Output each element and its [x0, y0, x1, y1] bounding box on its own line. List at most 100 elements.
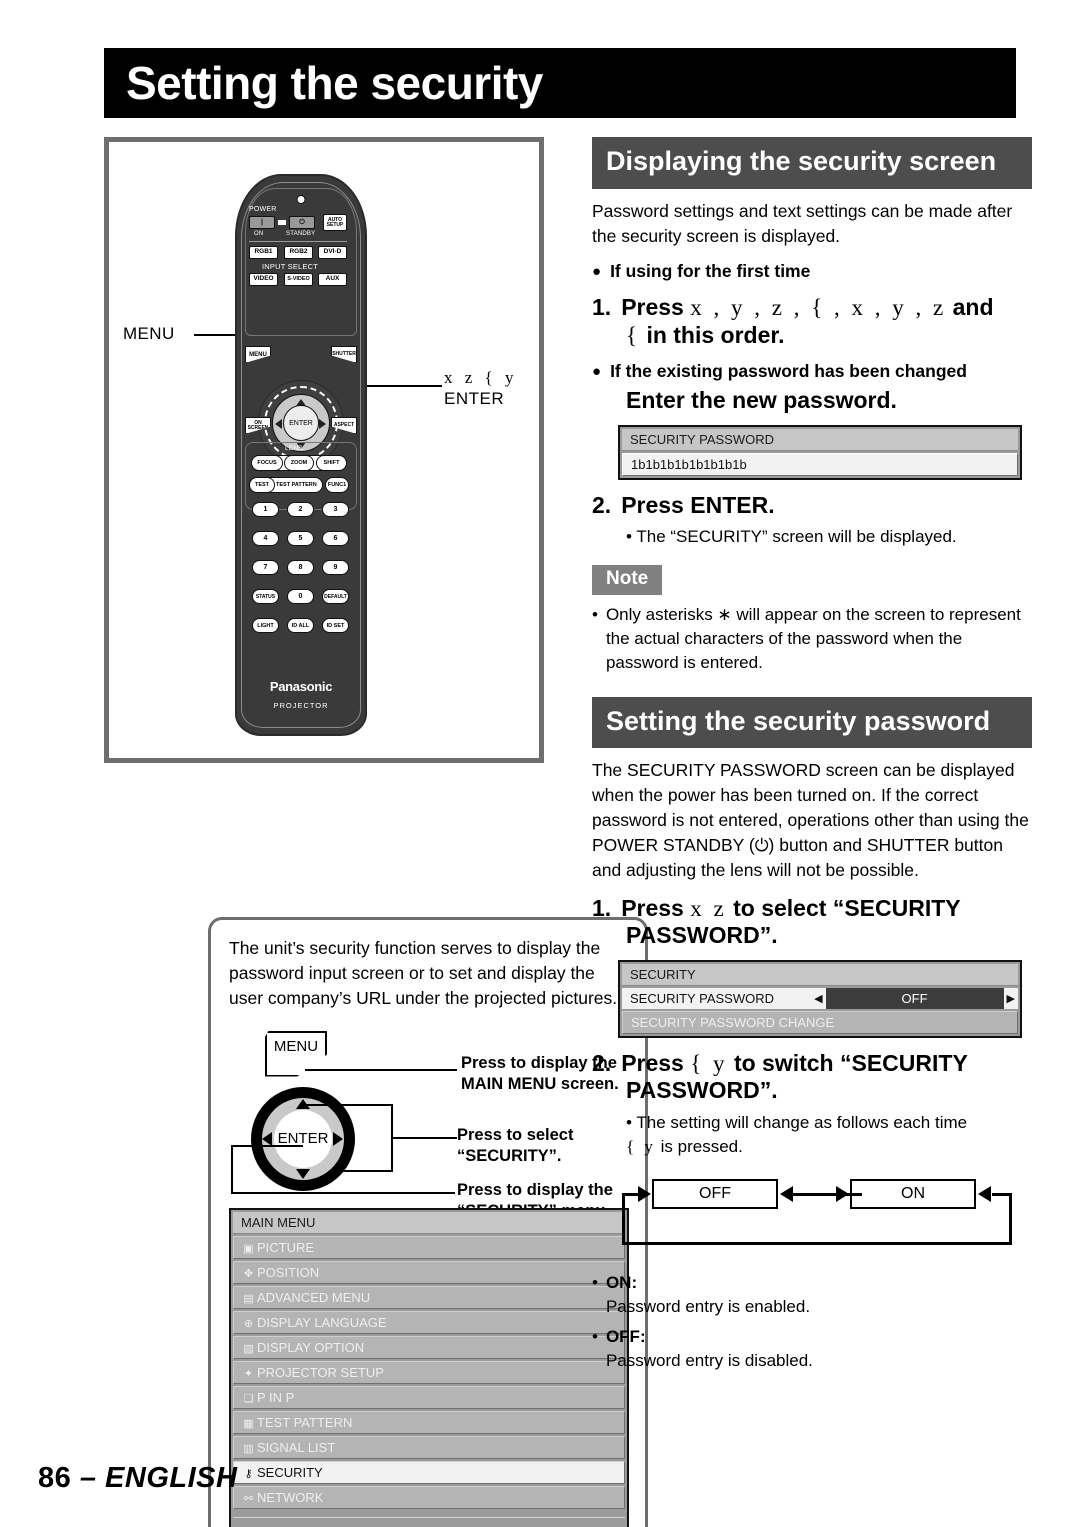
- id-all-button[interactable]: ID ALL: [287, 618, 314, 633]
- num-7-button[interactable]: 7: [252, 560, 279, 575]
- cycle-line-bottom: [622, 1241, 1012, 1245]
- setting-step-2-line2: PASSWORD”.: [626, 1077, 778, 1104]
- menu-item-advanced-menu[interactable]: ▤ ADVANCED MENU: [233, 1286, 625, 1309]
- footer-dash: –: [79, 1462, 97, 1494]
- power-standby-button[interactable]: ⏻: [289, 216, 315, 229]
- enter-button[interactable]: ENTER: [283, 405, 319, 441]
- dpad-left-arrow-icon[interactable]: [275, 419, 282, 429]
- menu-item-test-pattern-label: TEST PATTERN: [257, 1415, 353, 1430]
- video-button[interactable]: VIDEO: [249, 273, 278, 286]
- setting-step-2-text: Press { y to switch “SECURITY: [621, 1050, 968, 1078]
- wheel-left-arrow-icon[interactable]: [262, 1131, 272, 1146]
- callout-keys-leader-line: [362, 385, 442, 387]
- security-password-row[interactable]: SECURITY PASSWORD ◀ OFF ▶: [622, 987, 1018, 1009]
- note-text: Only asterisks ∗ will appear on the scre…: [605, 605, 1021, 672]
- menu-item-picture[interactable]: ▣ PICTURE: [233, 1236, 625, 1259]
- rgb2-button[interactable]: RGB2: [284, 246, 313, 259]
- main-menu-list: ▣ PICTURE ✥ POSITION ▤ ADVANCED MENU ⊕ DISPL…: [233, 1236, 625, 1509]
- enter-new-password-text: Enter the new password.: [626, 387, 897, 414]
- test-pattern-icon: ▦: [243, 1418, 254, 1430]
- menu-item-display-language[interactable]: ⊕ DISPLAY LANGUAGE: [233, 1311, 625, 1334]
- bullet-dot-icon: ●: [592, 262, 602, 280]
- select-leader-bottom: [329, 1169, 391, 1172]
- num-6-button[interactable]: 6: [322, 531, 349, 546]
- security-password-row-label: SECURITY PASSWORD: [622, 987, 812, 1009]
- cycle-arrow-to-off-icon: [780, 1185, 793, 1202]
- dvi-d-button[interactable]: DVI-D: [318, 246, 347, 259]
- num-9-button[interactable]: 9: [322, 560, 349, 575]
- page-footer: 86 – ENGLISH: [38, 1462, 237, 1495]
- setting-step-2-rest: to switch “SECURITY: [733, 1049, 968, 1076]
- s-video-button[interactable]: S-VIDEO: [284, 273, 313, 286]
- cycle-state-on: ON: [850, 1178, 976, 1209]
- step-2-number: 2.: [592, 491, 612, 518]
- cycle-line-middle: [792, 1192, 862, 1196]
- security-osd-wrap: SECURITY SECURITY PASSWORD ◀ OFF ▶ SECUR…: [618, 959, 1022, 1038]
- setting-step-2: 2. Press { y to switch “SECURITY: [592, 1050, 1032, 1078]
- num-1-button[interactable]: 1: [252, 502, 279, 517]
- setting-step-1-text: Press x z to select “SECURITY: [621, 895, 960, 923]
- menu-item-signal-list[interactable]: ▥ SIGNAL LIST: [233, 1436, 625, 1459]
- shift-button[interactable]: SHIFT: [316, 455, 347, 471]
- status-button[interactable]: STATUS: [252, 589, 279, 604]
- menu-item-network[interactable]: ⚯ NETWORK: [233, 1486, 625, 1509]
- num-0-button[interactable]: 0: [287, 589, 314, 604]
- menu-item-p-in-p[interactable]: ❏ P IN P: [233, 1386, 625, 1409]
- light-button[interactable]: LIGHT: [252, 618, 279, 633]
- wheel-right-arrow-icon[interactable]: [333, 1131, 343, 1146]
- focus-button[interactable]: FOCUS: [251, 455, 283, 471]
- step-2-note-text: The “SECURITY” screen will be displayed.: [636, 527, 957, 547]
- menu-item-position[interactable]: ✥ POSITION: [233, 1261, 625, 1284]
- power-divider: [278, 220, 286, 225]
- left-arrow-icon[interactable]: ◀: [811, 987, 826, 1009]
- menu-item-display-option[interactable]: ▧ DISPLAY OPTION: [233, 1336, 625, 1359]
- security-password-osd-wrap: SECURITY PASSWORD 1b1b1b1b1b1b1b1b: [618, 424, 1022, 480]
- menu-item-advanced-menu-label: ADVANCED MENU: [257, 1290, 371, 1305]
- menu-item-projector-setup[interactable]: ✦ PROJECTOR SETUP: [233, 1361, 625, 1384]
- cycle-arrow-into-off-icon: [638, 1185, 651, 1202]
- setting-step-2-note-line1: The setting will change as follows each …: [636, 1113, 968, 1133]
- func1-button[interactable]: FUNC1: [325, 477, 349, 493]
- security-osd: SECURITY SECURITY PASSWORD ◀ OFF ▶ SECUR…: [618, 959, 1022, 1038]
- num-3-button[interactable]: 3: [322, 502, 349, 517]
- security-password-change-row[interactable]: SECURITY PASSWORD CHANGE: [622, 1010, 1018, 1034]
- id-set-button[interactable]: ID SET: [322, 618, 349, 633]
- num-2-button[interactable]: 2: [287, 502, 314, 517]
- num-8-button[interactable]: 8: [287, 560, 314, 575]
- setting-step-2-number: 2.: [592, 1049, 612, 1076]
- cycle-arrow-to-on-icon: [836, 1185, 849, 1202]
- bullet-small-icon: •: [626, 527, 632, 547]
- note-body: • Only asterisks ∗ will appear on the sc…: [592, 603, 1032, 674]
- power-on-button[interactable]: |: [249, 216, 275, 229]
- right-arrow-icon[interactable]: ▶: [1003, 987, 1018, 1009]
- p-in-p-icon: ❏: [243, 1393, 254, 1405]
- bullet-password-changed-label: If the existing password has been change…: [610, 361, 967, 382]
- power-on-label: ON: [254, 231, 264, 237]
- menu-item-test-pattern[interactable]: ▦ TEST PATTERN: [233, 1411, 625, 1434]
- display-option-icon: ▧: [243, 1343, 254, 1355]
- setting-step-2-note-wrap: The setting will change as follows each …: [626, 1113, 967, 1156]
- test-pattern-label: TEST PATTERN: [276, 482, 317, 488]
- state-on-desc: Password entry is enabled.: [605, 1296, 811, 1316]
- remote-illustration-box: MENU x z { y ENTER POWER | ⏻ AUTO SETUP …: [104, 137, 544, 763]
- state-on-wrap: ON: Password entry is enabled.: [606, 1271, 810, 1319]
- footer-language: ENGLISH: [105, 1462, 238, 1494]
- num-4-button[interactable]: 4: [252, 531, 279, 546]
- dpad-right-arrow-icon[interactable]: [319, 419, 326, 429]
- aux-button[interactable]: AUX: [318, 273, 347, 286]
- bullet-small-icon-2: •: [626, 1113, 632, 1133]
- test-button[interactable]: TEST: [249, 477, 275, 493]
- menu-item-security[interactable]: ⚷ SECURITY: [233, 1461, 625, 1484]
- rgb1-button[interactable]: RGB1: [249, 246, 278, 259]
- menu-item-display-option-label: DISPLAY OPTION: [257, 1340, 365, 1355]
- zoom-button[interactable]: ZOOM: [284, 455, 314, 471]
- note-bullet-icon: •: [592, 605, 598, 625]
- enter-key-illustration[interactable]: ENTER: [274, 1109, 332, 1168]
- display-leader-out: [231, 1191, 455, 1194]
- wheel-down-arrow-icon[interactable]: [296, 1168, 310, 1179]
- security-password-value[interactable]: 1b1b1b1b1b1b1b1b: [622, 452, 1018, 476]
- default-button[interactable]: DEFAULT: [322, 589, 349, 604]
- auto-setup-button[interactable]: AUTO SETUP: [323, 214, 347, 231]
- state-descriptions: • ON: Password entry is enabled. • OFF: …: [592, 1271, 1032, 1374]
- num-5-button[interactable]: 5: [287, 531, 314, 546]
